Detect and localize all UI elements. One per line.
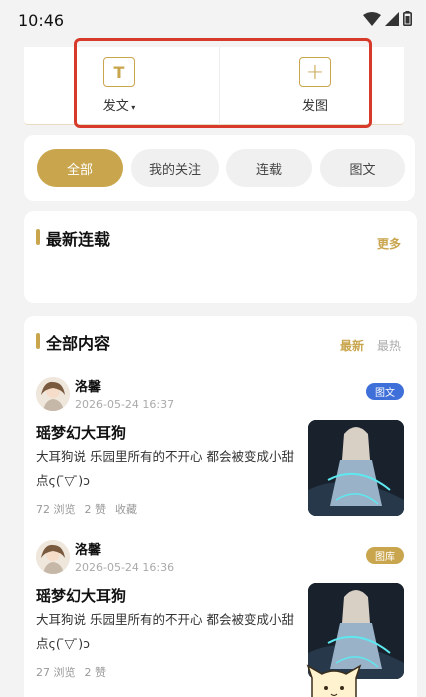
text-post-icon: T bbox=[103, 57, 135, 87]
post-image-label: 发图 bbox=[301, 99, 328, 114]
post-author[interactable]: 洛馨 bbox=[75, 539, 101, 558]
post-stats: 72 浏览 2 赞 收藏 bbox=[36, 501, 137, 517]
view-count: 72 浏览 bbox=[36, 503, 76, 516]
post-title[interactable]: 瑶梦幻大耳狗 bbox=[36, 585, 126, 606]
system-icons bbox=[363, 11, 412, 26]
post-title[interactable]: 瑶梦幻大耳狗 bbox=[36, 422, 126, 443]
sort-hot-tab[interactable]: 最热 bbox=[377, 337, 401, 354]
post-body[interactable]: 大耳狗说 乐园里所有的不开心 都会被变成小甜点ς( ̄▽ ̄)ɔ bbox=[36, 608, 298, 656]
status-time: 10:46 bbox=[18, 11, 65, 30]
post-text-label: 发文 ▾ bbox=[102, 99, 136, 114]
sort-latest-tab[interactable]: 最新 bbox=[340, 337, 364, 354]
battery-icon bbox=[403, 11, 412, 26]
filter-chip-following[interactable]: 我的关注 bbox=[131, 149, 219, 187]
post-date: 2026-05-24 16:37 bbox=[75, 398, 175, 411]
post-author[interactable]: 洛馨 bbox=[75, 376, 101, 395]
filter-chip-image-text[interactable]: 图文 bbox=[320, 149, 405, 187]
post-type-badge: 图文 bbox=[366, 383, 404, 400]
section-marker bbox=[36, 333, 40, 349]
latest-serial-section: 最新连载 更多 bbox=[24, 211, 417, 303]
post-date: 2026-05-24 16:36 bbox=[75, 561, 175, 574]
post-body[interactable]: 大耳狗说 乐园里所有的不开心 都会被变成小甜点ς( ̄▽ ̄)ɔ bbox=[36, 445, 298, 493]
mascot-dog-icon[interactable] bbox=[306, 664, 362, 697]
post-thumbnail[interactable] bbox=[308, 420, 404, 516]
like-count[interactable]: 2 赞 bbox=[85, 664, 107, 680]
collect-action[interactable]: 收藏 bbox=[115, 501, 137, 517]
filter-chip-serial[interactable]: 连载 bbox=[226, 149, 312, 187]
compose-card: T 发文 ▾ + 发图 bbox=[24, 47, 404, 125]
avatar[interactable] bbox=[36, 540, 70, 574]
add-image-icon: + bbox=[299, 57, 331, 87]
section-title-serial: 最新连载 bbox=[46, 230, 111, 249]
post-type-badge: 图库 bbox=[366, 547, 404, 564]
signal-icon bbox=[385, 11, 399, 26]
post-image-button[interactable]: + 发图 bbox=[220, 57, 410, 117]
section-title-content: 全部内容 bbox=[46, 334, 111, 353]
status-bar: 10:46 bbox=[0, 0, 426, 40]
post-stats: 27 浏览 2 赞 bbox=[36, 664, 106, 680]
dropdown-caret-icon: ▾ bbox=[128, 103, 136, 112]
section-marker bbox=[36, 229, 40, 245]
like-count[interactable]: 2 赞 bbox=[85, 501, 107, 517]
view-count: 27 浏览 bbox=[36, 666, 76, 679]
post-text-button[interactable]: T 发文 ▾ bbox=[24, 57, 214, 117]
filter-bar: 全部 我的关注 连载 图文 bbox=[24, 135, 415, 201]
avatar[interactable] bbox=[36, 377, 70, 411]
filter-chip-all[interactable]: 全部 bbox=[37, 149, 123, 187]
serial-more-link[interactable]: 更多 bbox=[377, 235, 401, 252]
wifi-icon bbox=[363, 11, 381, 26]
